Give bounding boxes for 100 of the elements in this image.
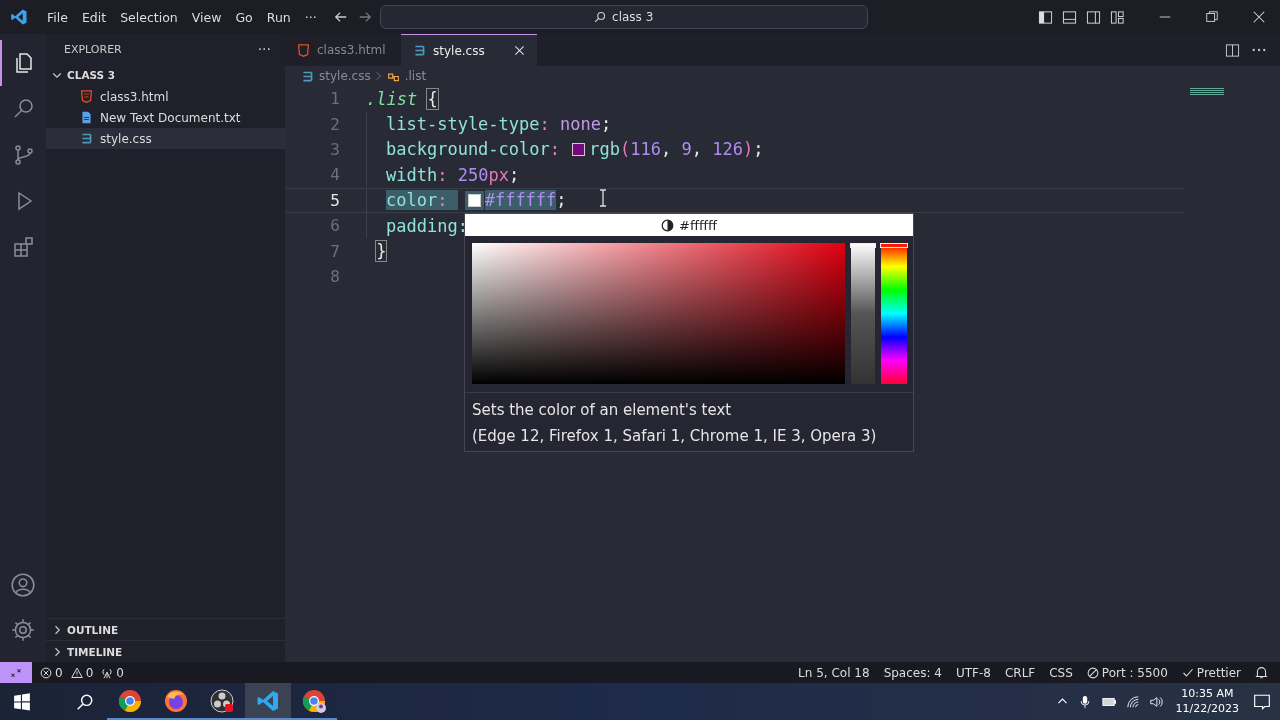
code-token: ; bbox=[753, 139, 764, 160]
wifi-icon[interactable] bbox=[1125, 694, 1140, 709]
notification-bell-icon[interactable] bbox=[1255, 666, 1268, 679]
error-count[interactable]: 0 bbox=[40, 665, 63, 680]
forward-arrow-icon[interactable] bbox=[357, 10, 372, 24]
search-text: class 3 bbox=[612, 10, 654, 24]
minimap-drawing bbox=[1190, 88, 1224, 96]
line-number: 6 bbox=[329, 216, 340, 236]
status-item[interactable]: CSS bbox=[1049, 665, 1073, 680]
ports-icon bbox=[101, 666, 114, 679]
line-number: 7 bbox=[329, 241, 340, 261]
menu-item[interactable]: File bbox=[40, 9, 75, 25]
tab-label: class3.html bbox=[317, 43, 386, 57]
more-actions-button[interactable]: ··· bbox=[257, 41, 271, 57]
color-value-header[interactable]: #ffffff bbox=[465, 214, 913, 236]
clock-time: 10:35 AM bbox=[1181, 686, 1234, 702]
line-number: 5 bbox=[329, 190, 340, 210]
code-token: : bbox=[437, 190, 458, 211]
browser-compatibility: (Edge 12, Firefox 1, Safari 1, Chrome 1, IE 3, Opera 3) bbox=[471, 426, 878, 447]
color-swatch[interactable] bbox=[467, 193, 481, 207]
vscode-logo-icon bbox=[10, 8, 28, 26]
breadcrumb-item[interactable]: .list bbox=[404, 69, 427, 83]
css-file-icon bbox=[301, 69, 314, 83]
editor-tab[interactable]: style.css bbox=[401, 34, 537, 66]
status-item[interactable]: Prettier bbox=[1181, 665, 1241, 680]
settings-icon[interactable] bbox=[10, 617, 36, 643]
code-token: 250 bbox=[457, 164, 489, 185]
code-token: rgb bbox=[589, 139, 620, 160]
speaker-icon[interactable] bbox=[1148, 694, 1163, 709]
explorer-entry[interactable]: class3.html bbox=[46, 86, 285, 107]
code-token: , bbox=[691, 139, 703, 160]
warning-icon bbox=[70, 666, 83, 679]
ports-count[interactable]: 0 bbox=[101, 665, 124, 680]
close-icon[interactable] bbox=[513, 45, 525, 56]
line-number: 4 bbox=[329, 165, 340, 185]
code-token: px bbox=[488, 164, 509, 185]
code-token: #ffffff bbox=[484, 190, 557, 211]
sidebar-layout-icon[interactable] bbox=[1038, 9, 1053, 25]
notifications-icon[interactable] bbox=[1253, 692, 1271, 711]
code-token: ( bbox=[619, 139, 631, 160]
code-token: .list bbox=[366, 88, 418, 109]
explorer-title: EXPLORER bbox=[64, 42, 122, 56]
status-item[interactable]: Ln 5, Col 18 bbox=[798, 665, 870, 680]
code-token: { bbox=[427, 88, 438, 109]
panel-section-header[interactable]: OUTLINE bbox=[46, 618, 285, 640]
no-entry-icon bbox=[1086, 666, 1099, 679]
code-token: list-style-type bbox=[386, 114, 540, 135]
code-token: width bbox=[386, 164, 438, 185]
code-token: : bbox=[539, 114, 551, 135]
code-token: 116 bbox=[630, 139, 661, 160]
more-icon[interactable] bbox=[1252, 48, 1266, 52]
saturation-gradient[interactable] bbox=[472, 243, 845, 384]
text-cursor-icon bbox=[599, 189, 607, 207]
color-swatch[interactable] bbox=[572, 142, 586, 156]
windows-start-icon[interactable] bbox=[13, 692, 31, 711]
error-icon bbox=[40, 666, 52, 679]
menu-item[interactable]: ··· bbox=[297, 9, 324, 25]
hue-thumb[interactable] bbox=[880, 243, 908, 248]
search-icon bbox=[594, 11, 607, 23]
account-icon[interactable] bbox=[10, 572, 36, 598]
explorer-entry[interactable]: New Text Document.txt bbox=[46, 107, 285, 128]
opacity-thumb[interactable] bbox=[850, 243, 876, 248]
warning-count[interactable]: 0 bbox=[70, 665, 94, 680]
restore-icon[interactable] bbox=[1205, 10, 1219, 24]
status-item[interactable]: Spaces: 4 bbox=[883, 665, 942, 680]
code-token: none bbox=[560, 114, 601, 135]
microphone-icon[interactable] bbox=[1077, 694, 1092, 709]
command-center-search[interactable]: class 3 bbox=[379, 5, 868, 29]
status-item[interactable]: CRLF bbox=[1004, 665, 1036, 680]
split-editor-icon[interactable] bbox=[1225, 42, 1240, 58]
status-item[interactable]: UTF-8 bbox=[955, 665, 991, 680]
explorer-entry[interactable]: style.css bbox=[46, 128, 285, 149]
clock-date: 11/22/2023 bbox=[1175, 701, 1239, 717]
code-token: 126 bbox=[712, 139, 743, 160]
vscode-app-icon[interactable] bbox=[245, 683, 291, 720]
editor-tab[interactable]: class3.html bbox=[285, 34, 401, 66]
line-number: 1 bbox=[329, 89, 340, 109]
back-arrow-icon[interactable] bbox=[333, 10, 348, 24]
code-token: background-color bbox=[386, 139, 550, 160]
search-icon[interactable] bbox=[76, 692, 94, 711]
menu-item[interactable]: View bbox=[184, 9, 229, 25]
secondary-sidebar-icon[interactable] bbox=[1086, 9, 1101, 25]
line-number: 8 bbox=[329, 266, 340, 286]
breadcrumb-item[interactable]: style.css bbox=[319, 69, 371, 83]
folder-header[interactable]: CLASS 3 bbox=[46, 64, 285, 86]
close-icon[interactable] bbox=[1252, 10, 1266, 24]
chevron-icon bbox=[375, 71, 382, 81]
css-file-icon bbox=[413, 44, 426, 57]
menu-item[interactable]: Edit bbox=[74, 9, 114, 25]
remote-icon bbox=[10, 666, 22, 679]
line-number: 2 bbox=[329, 114, 340, 134]
menu-item[interactable]: Selection bbox=[113, 9, 185, 25]
html-file-icon bbox=[297, 43, 310, 57]
status-item[interactable]: Port : 5500 bbox=[1086, 665, 1168, 680]
menu-item[interactable]: Run bbox=[259, 9, 298, 25]
color-value: #ffffff bbox=[679, 217, 717, 233]
panel-layout-icon[interactable] bbox=[1062, 9, 1077, 25]
layout-grid-icon[interactable] bbox=[1110, 9, 1125, 25]
menu-item[interactable]: Go bbox=[228, 9, 260, 25]
code-token: , bbox=[660, 139, 673, 160]
